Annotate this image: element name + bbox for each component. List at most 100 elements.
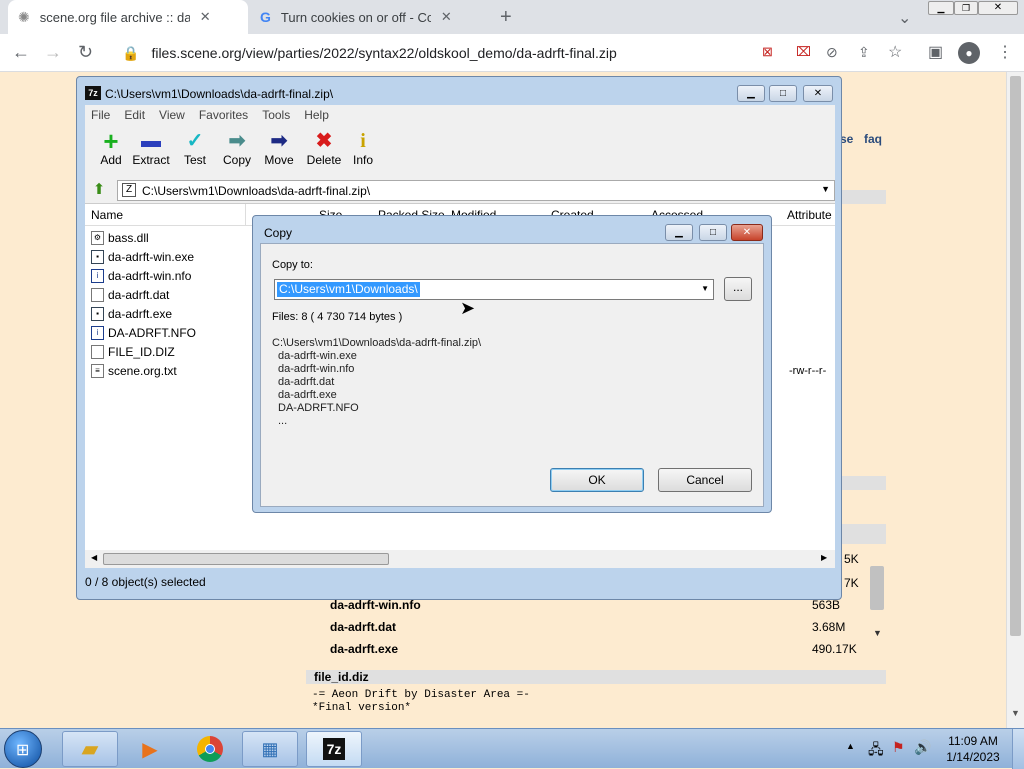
file-table-scroll-down-icon[interactable]: ▼: [873, 628, 882, 638]
new-tab-button[interactable]: +: [500, 6, 512, 29]
minimize-button[interactable]: ▁: [737, 85, 765, 102]
section-header: file_id.diz: [306, 670, 886, 684]
show-hidden-icons-icon[interactable]: ▲: [846, 741, 855, 751]
close-tab-icon[interactable]: ✕: [200, 9, 211, 25]
media-player-taskbar-icon[interactable]: ▶: [122, 731, 178, 767]
tab-scene-org[interactable]: ✺ scene.org file archive :: da-adrft-f ✕: [8, 0, 248, 34]
7zip-taskbar-icon[interactable]: 7z: [306, 731, 362, 767]
system-clock[interactable]: 11:09 AM 1/14/2023: [938, 733, 1008, 765]
ok-button[interactable]: OK: [550, 468, 644, 492]
cancel-button[interactable]: Cancel: [658, 468, 752, 492]
menu-favorites[interactable]: Favorites: [199, 108, 248, 122]
file-link[interactable]: da-adrft-win.nfo: [330, 598, 421, 612]
side-panel-icon[interactable]: ▣: [928, 42, 943, 62]
destination-path-combo[interactable]: C:\Users\vm1\Downloads\ ▼: [274, 279, 714, 300]
nav-link-faq[interactable]: faq: [864, 132, 882, 146]
section-title: file_id.diz: [314, 670, 369, 684]
dialog-body: Copy to: C:\Users\vm1\Downloads\ ▼ ... F…: [260, 243, 764, 507]
info-icon: i: [360, 130, 366, 152]
maximize-button[interactable]: □: [699, 224, 727, 241]
blocked-content-icon[interactable]: ⊠: [762, 44, 773, 60]
restore-button[interactable]: ❐: [954, 1, 978, 15]
bookmark-star-icon[interactable]: ☆: [888, 42, 902, 62]
explorer-taskbar-icon[interactable]: ▰: [62, 731, 118, 767]
list-item[interactable]: i da-adrft-win.nfo: [91, 266, 191, 285]
profile-avatar[interactable]: ●: [958, 42, 980, 64]
page-scrollbar[interactable]: ▼: [1006, 72, 1024, 728]
close-tab-icon[interactable]: ✕: [441, 9, 452, 25]
menu-tools[interactable]: Tools: [262, 108, 290, 122]
file-size: 490.17K: [812, 642, 857, 656]
menu-help[interactable]: Help: [304, 108, 329, 122]
horizontal-scrollbar[interactable]: ◀ ▶: [85, 550, 835, 568]
toolbar: + Add ▬ Extract ✓ Test ➡ Copy ➡ Move ✖ D…: [85, 125, 835, 177]
diz-line: *Final version*: [312, 702, 412, 714]
file-line: da-adrft-win.exe: [278, 350, 357, 362]
extract-button[interactable]: ▬ Extract: [125, 129, 177, 167]
network-icon[interactable]: 🖧: [868, 739, 884, 763]
info-button[interactable]: i Info: [341, 129, 385, 167]
scroll-down-arrow-icon[interactable]: ▼: [1011, 708, 1020, 718]
file-line: DA-ADRFT.NFO: [278, 402, 359, 414]
folder-up-icon[interactable]: ⬆: [89, 180, 109, 200]
menu-kebab-icon[interactable]: ⋮: [997, 42, 1013, 62]
col-attribute[interactable]: Attribute: [787, 208, 832, 222]
file-link[interactable]: da-adrft.dat: [330, 620, 396, 634]
share-icon[interactable]: ⇪: [858, 44, 870, 61]
minimize-button[interactable]: ▁: [665, 224, 693, 241]
tab-google-cookies[interactable]: G Turn cookies on or off - Compute ✕: [250, 0, 490, 34]
file-name: bass.dll: [108, 230, 149, 245]
chrome-taskbar-icon[interactable]: [182, 731, 238, 767]
volume-icon[interactable]: 🔊: [914, 739, 931, 756]
back-icon[interactable]: ←: [12, 42, 30, 63]
dll-file-icon: ⚙: [91, 230, 104, 245]
list-item[interactable]: da-adrft.dat: [91, 285, 169, 304]
close-window-button[interactable]: ✕: [978, 1, 1018, 15]
file-name: da-adrft.exe: [108, 306, 173, 321]
menu-view[interactable]: View: [159, 108, 185, 122]
scroll-thumb[interactable]: [103, 553, 389, 565]
list-item[interactable]: ▪ da-adrft.exe: [91, 304, 172, 323]
list-item[interactable]: FILE_ID.DIZ: [91, 342, 175, 361]
col-name[interactable]: Name: [91, 208, 123, 222]
eye-off-icon[interactable]: ⊘: [826, 44, 838, 61]
test-button[interactable]: ✓ Test: [173, 129, 217, 167]
forward-icon[interactable]: →: [44, 42, 62, 63]
page-scroll-thumb[interactable]: [1010, 76, 1021, 636]
copy-button[interactable]: ➡ Copy: [215, 129, 259, 167]
control-panel-taskbar-icon[interactable]: ▦: [242, 731, 298, 767]
dropdown-arrow-icon[interactable]: ▼: [821, 184, 830, 194]
start-button[interactable]: ⊞: [4, 730, 42, 768]
file-link[interactable]: da-adrft.exe: [330, 642, 398, 656]
list-item[interactable]: ⚙ bass.dll: [91, 228, 149, 247]
browser-tab-strip: ✺ scene.org file archive :: da-adrft-f ✕…: [0, 0, 1024, 34]
file-size-partial: 7K: [844, 576, 859, 590]
file-table-scroll-thumb[interactable]: [870, 566, 884, 610]
menu-edit[interactable]: Edit: [124, 108, 145, 122]
list-item[interactable]: i DA-ADRFT.NFO: [91, 323, 196, 342]
move-button[interactable]: ➡ Move: [257, 129, 301, 167]
close-button[interactable]: ✕: [731, 224, 763, 241]
maximize-button[interactable]: □: [769, 85, 797, 102]
action-center-flag-icon[interactable]: ⚑: [892, 739, 905, 756]
list-item[interactable]: ▪ da-adrft-win.exe: [91, 247, 194, 266]
nav-link-fragment[interactable]: se: [840, 132, 853, 146]
scroll-right-icon[interactable]: ▶: [821, 553, 827, 562]
blocked-cookies-icon[interactable]: ⌧: [796, 44, 811, 60]
close-button[interactable]: ✕: [803, 85, 833, 102]
file-line: da-adrft.exe: [278, 389, 337, 401]
archive-path-combo[interactable]: Z C:\Users\vm1\Downloads\da-adrft-final.…: [117, 180, 835, 201]
menu-file[interactable]: File: [91, 108, 110, 122]
dropdown-arrow-icon[interactable]: ▼: [701, 284, 709, 293]
list-item[interactable]: ≡ scene.org.txt: [91, 361, 177, 380]
tab-search-icon[interactable]: ⌄: [898, 8, 911, 28]
minimize-button[interactable]: ▁: [928, 1, 954, 15]
copy-dialog: Copy ▁ □ ✕ Copy to: C:\Users\vm1\Downloa…: [252, 215, 772, 513]
browse-button[interactable]: ...: [724, 277, 752, 301]
clock-time: 11:09 AM: [948, 734, 998, 748]
show-desktop-button[interactable]: [1012, 729, 1024, 769]
7zip-taskbar-logo: 7z: [322, 738, 346, 760]
mouse-cursor-icon: ➤: [460, 298, 476, 318]
scroll-left-icon[interactable]: ◀: [91, 553, 97, 562]
reload-icon[interactable]: ↻: [78, 42, 93, 63]
